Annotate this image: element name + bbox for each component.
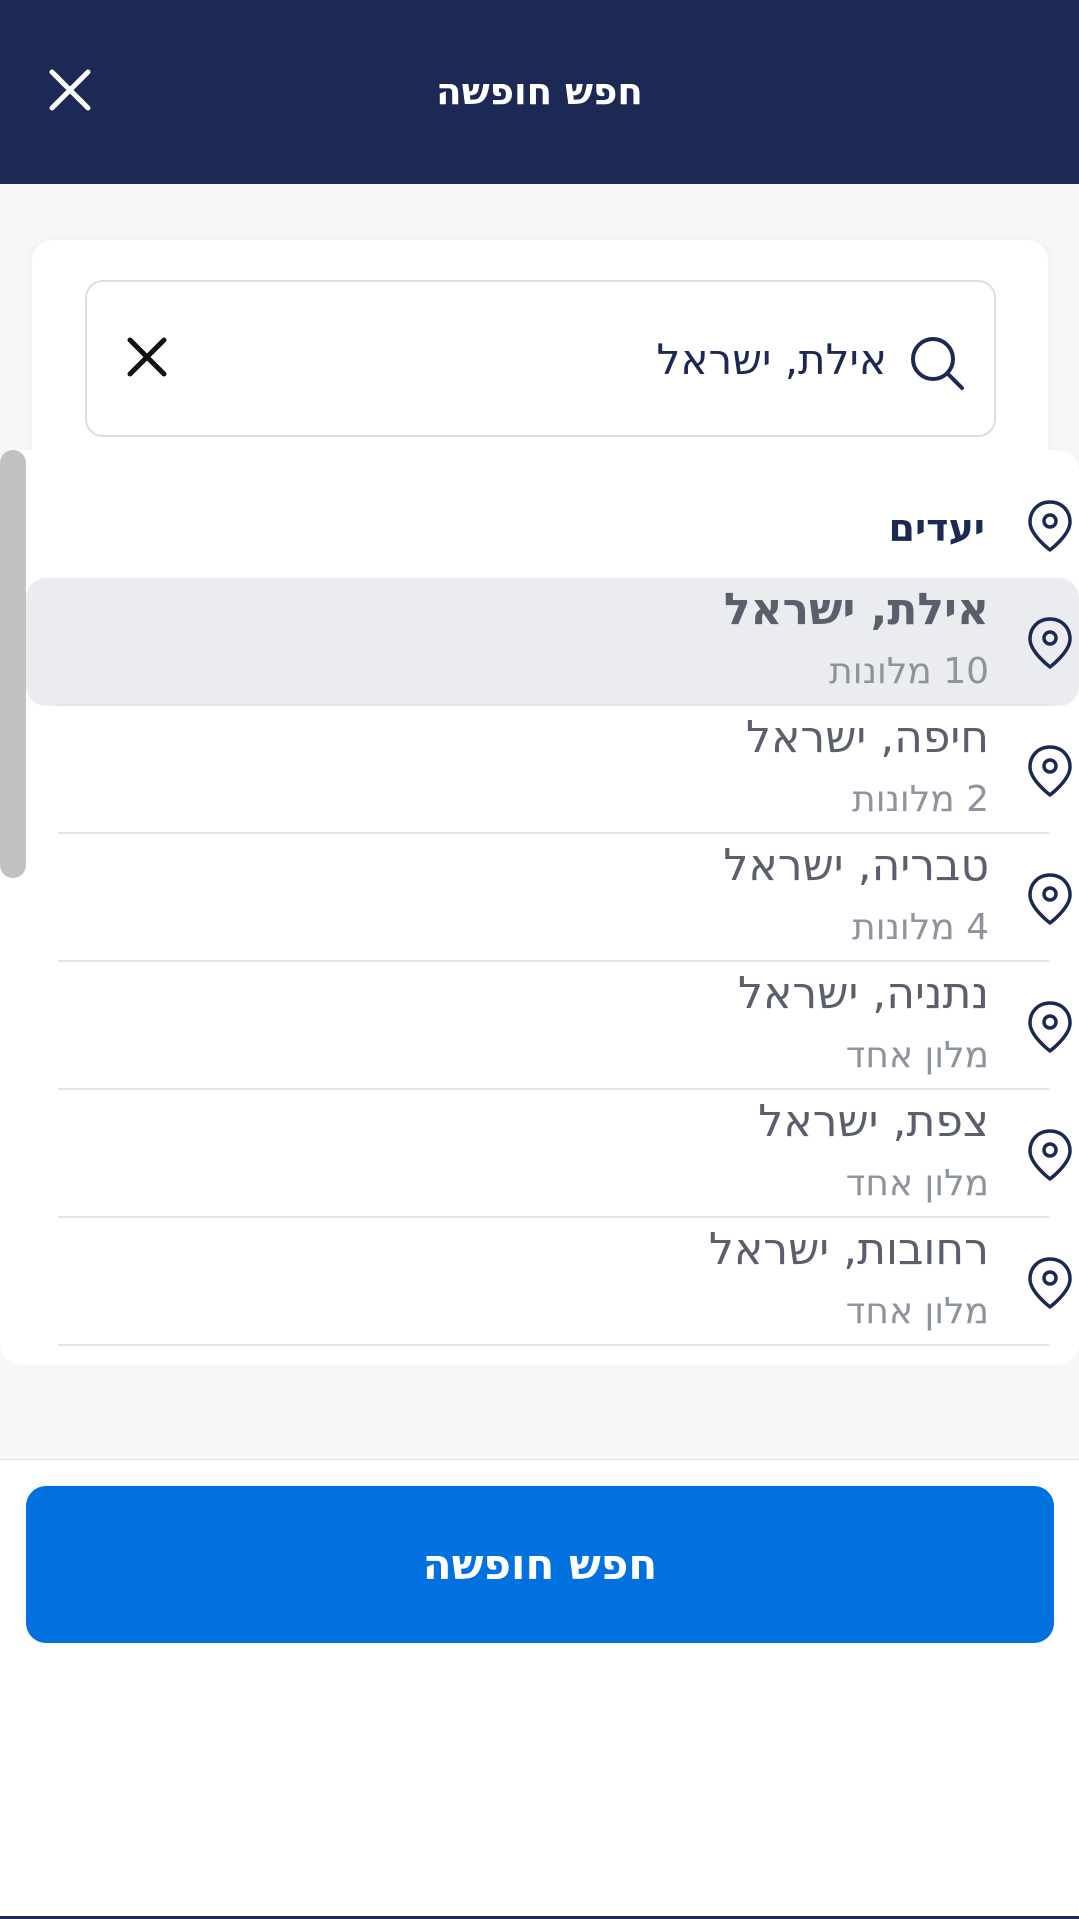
map-pin-icon [1026,743,1074,799]
destination-name: טבריה, ישראל [723,840,989,891]
search-vacation-button[interactable]: חפש חופשה [26,1486,1054,1643]
hotel-count: מלון אחד [845,1291,989,1332]
destination-item-haifa[interactable]: חיפה, ישראל 2 מלונות [26,706,1079,834]
hotel-count: 2 מלונות [852,779,989,820]
destination-item-tiberias[interactable]: טבריה, ישראל 4 מלונות [26,834,1079,962]
destination-name: רחובות, ישראל [708,1224,989,1275]
destination-item-safed[interactable]: צפת, ישראל מלון אחד [26,1090,1079,1218]
destination-item-eilat[interactable]: אילת, ישראל 10 מלונות [26,578,1079,706]
hotel-count: מלון אחד [845,1163,989,1204]
header: חפש חופשה [0,0,1079,184]
destination-item-netanya[interactable]: נתניה, ישראל מלון אחד [26,962,1079,1090]
section-title: יעדים [888,506,985,550]
hotel-count: מלון אחד [845,1035,989,1076]
map-pin-icon [1026,999,1074,1055]
map-pin-icon [1026,871,1074,927]
map-pin-icon [1026,498,1074,554]
hotel-count: 4 מלונות [852,907,989,948]
map-pin-icon [1026,1255,1074,1311]
destination-name: אילת, ישראל [723,584,989,635]
clear-icon[interactable] [125,335,169,379]
hotel-count: 10 מלונות [829,651,989,692]
destination-name: חיפה, ישראל [745,712,989,763]
destination-name: צפת, ישראל [758,1096,989,1147]
search-input[interactable]: אילת, ישראל [85,280,996,437]
map-pin-icon [1026,1127,1074,1183]
destination-name: נתניה, ישראל [738,968,989,1019]
destinations-dropdown: יעדים אילת, ישראל 10 מלונות חיפה, ישראל … [0,450,1079,1365]
destination-item-rehovot[interactable]: רחובות, ישראל מלון אחד [26,1218,1079,1346]
map-pin-icon [1026,615,1074,671]
dropdown-scrollbar[interactable] [0,450,26,878]
row-divider [58,1344,1049,1346]
search-icon [908,334,966,392]
search-input-value: אילת, ישראל [656,335,887,384]
destinations-section-header: יעדים [0,450,1079,578]
page-title: חפש חופשה [436,70,643,113]
